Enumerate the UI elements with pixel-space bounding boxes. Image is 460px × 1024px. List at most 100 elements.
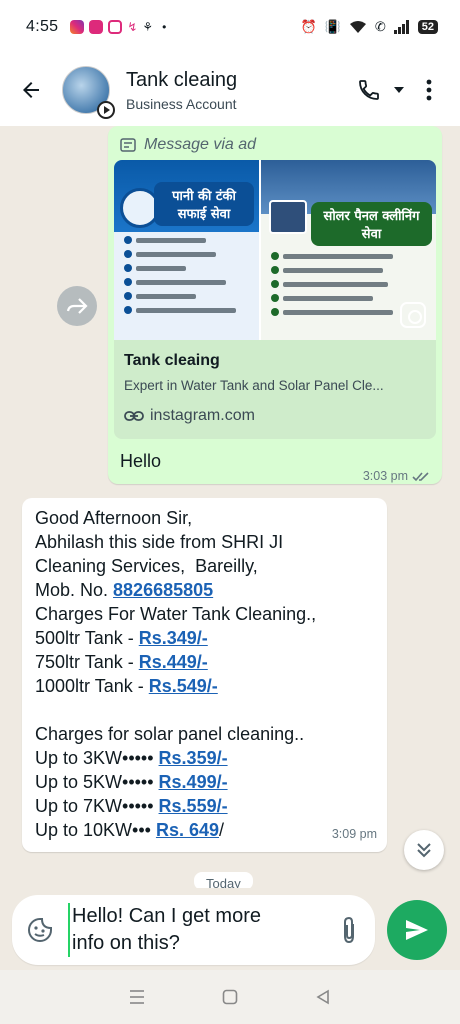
outgoing-text: Hello 3:03 pm	[108, 439, 442, 491]
wifi-icon	[349, 21, 366, 33]
message-line: Abhilash this side from SHRI JI	[35, 530, 375, 554]
signal-icon	[393, 20, 409, 34]
message-line-text: Charges for solar panel cleaning..	[35, 724, 305, 744]
link-icon	[124, 411, 144, 421]
message-line-text: Mob. No.	[35, 580, 114, 600]
message-line-text: Up to 7KW•••••	[35, 796, 159, 816]
message-line: Up to 10KW••• Rs. 649/	[35, 818, 375, 842]
message-link[interactable]: Rs.449/-	[139, 652, 208, 672]
message-line: Up to 7KW••••• Rs.559/-	[35, 794, 375, 818]
message-line-text: Cleaning Services, Bareilly,	[35, 556, 258, 576]
message-line-text: 500ltr Tank -	[35, 628, 139, 648]
message-line: Charges For Water Tank Cleaning.,	[35, 602, 375, 626]
phone-icon	[359, 80, 379, 100]
message-link[interactable]: Rs.349/-	[139, 628, 208, 648]
message-line-text: Abhilash this side from SHRI JI	[35, 532, 284, 552]
wifi-call-icon: ✆	[374, 19, 386, 34]
message-line-text: Good Afternoon Sir,	[35, 508, 193, 528]
recents-icon[interactable]	[129, 989, 145, 1005]
business-badge-icon	[97, 101, 115, 119]
back-button[interactable]	[0, 54, 62, 126]
forward-button[interactable]	[57, 286, 97, 326]
instagram-icon	[108, 20, 123, 34]
message-link[interactable]: Rs. 649	[156, 820, 219, 840]
ad-image[interactable]: पानी की टंकी सफाई सेवा सोलर पैनल क्लीनिं…	[114, 160, 436, 340]
ad-link[interactable]: instagram.com	[114, 393, 436, 439]
incoming-message[interactable]: Good Afternoon Sir, Abhilash this side fr…	[22, 498, 387, 852]
message-line: 1000ltr Tank - Rs.549/-	[35, 674, 375, 698]
message-link[interactable]: 8826685805	[113, 580, 213, 600]
solar-panel-icon	[269, 200, 307, 234]
message-line: Mob. No. 8826685805	[35, 578, 375, 602]
caret-down-icon	[394, 87, 404, 93]
message-line: Up to 3KW••••• Rs.359/-	[35, 746, 375, 770]
message-link[interactable]: Rs.559/-	[159, 796, 228, 816]
sticker-icon	[28, 918, 52, 942]
outgoing-ad-message[interactable]: Message via ad पानी की टंकी सफाई सेवा सो…	[108, 126, 442, 484]
back-nav-icon[interactable]	[315, 989, 331, 1005]
chat-area[interactable]: Message via ad पानी की टंकी सफाई सेवा सो…	[0, 126, 460, 888]
vibrate-icon: 📳	[324, 19, 341, 34]
messenger-icon: ↯	[127, 20, 138, 34]
message-line: 750ltr Tank - Rs.449/-	[35, 650, 375, 674]
message-input[interactable]: Hello! Can I get more info on this?	[68, 903, 323, 957]
instagram-icon	[400, 302, 426, 328]
call-options-button[interactable]	[390, 70, 408, 110]
battery-icon: 52	[417, 20, 438, 34]
contact-info[interactable]: Tank cleaing Business Account	[126, 69, 237, 112]
paperclip-icon	[344, 916, 354, 944]
header-actions	[354, 70, 460, 110]
composer: Hello! Can I get more info on this?	[0, 888, 460, 970]
ad-left-bullets	[124, 236, 253, 320]
ad-icon	[120, 138, 136, 152]
message-line: 500ltr Tank - Rs.349/-	[35, 626, 375, 650]
chat-header: Tank cleaing Business Account	[0, 54, 460, 126]
send-button[interactable]	[387, 900, 447, 960]
home-icon[interactable]	[222, 989, 238, 1005]
attach-button[interactable]	[323, 916, 375, 944]
status-bar: 4:55 ↯ ⚘ • ⏰ 📳 ✆ 52	[0, 0, 460, 54]
message-link[interactable]: Rs.549/-	[149, 676, 218, 696]
message-meta: 3:03 pm	[363, 469, 430, 483]
notification-icons: ↯ ⚘ •	[70, 20, 166, 34]
double-check-icon	[412, 471, 429, 481]
ad-card[interactable]: पानी की टंकी सफाई सेवा सोलर पैनल क्लीनिं…	[114, 160, 436, 439]
arrow-left-icon	[23, 82, 39, 98]
status-right: ⏰ 📳 ✆ 52	[300, 19, 438, 35]
message-link[interactable]: Rs.499/-	[159, 772, 228, 792]
incoming-message-lines: Good Afternoon Sir, Abhilash this side fr…	[35, 506, 375, 842]
message-line-text: Up to 10KW•••	[35, 820, 156, 840]
message-time: 3:03 pm	[362, 469, 408, 483]
tank-cleaning-image: पानी की टंकी सफाई सेवा	[114, 160, 259, 340]
avatar[interactable]	[62, 66, 115, 119]
message-line-text: Charges For Water Tank Cleaning.,	[35, 604, 317, 624]
message-input-box[interactable]: Hello! Can I get more info on this?	[12, 895, 375, 965]
alarm-icon: ⏰	[300, 19, 317, 34]
message-line-text: 750ltr Tank -	[35, 652, 139, 672]
scroll-to-bottom-button[interactable]	[404, 830, 444, 870]
message-line-text: Up to 5KW•••••	[35, 772, 159, 792]
solar-cleaning-image: सोलर पैनल क्लीनिंग सेवा	[259, 160, 436, 340]
sticker-button[interactable]	[12, 916, 68, 944]
ad-title: Tank cleaing	[124, 352, 220, 369]
message-line-suffix: /	[219, 820, 225, 840]
message-line	[35, 698, 375, 722]
app-icon: ⚘	[142, 20, 154, 34]
instagram-icon	[89, 20, 104, 34]
ad-label-text: Message via ad	[144, 136, 257, 153]
message-line: Up to 5KW••••• Rs.499/-	[35, 770, 375, 794]
message-line-text: Up to 3KW•••••	[35, 748, 159, 768]
incoming-message-time: 3:09 pm	[331, 827, 377, 841]
date-divider: Today	[194, 872, 253, 888]
more-vertical-icon	[426, 79, 432, 101]
message-link[interactable]: Rs.359/-	[159, 748, 228, 768]
contact-subtitle: Business Account	[126, 95, 237, 112]
ad-label: Message via ad	[108, 126, 442, 158]
call-button[interactable]	[354, 70, 384, 110]
more-options-button[interactable]	[414, 70, 444, 110]
ad-link-text: instagram.com	[150, 407, 255, 424]
ad-image-right-title: सोलर पैनल क्लीनिंग सेवा	[311, 202, 432, 246]
contact-name: Tank cleaing	[126, 68, 238, 91]
status-time: 4:55	[26, 18, 59, 35]
message-line-text: 1000ltr Tank -	[35, 676, 149, 696]
